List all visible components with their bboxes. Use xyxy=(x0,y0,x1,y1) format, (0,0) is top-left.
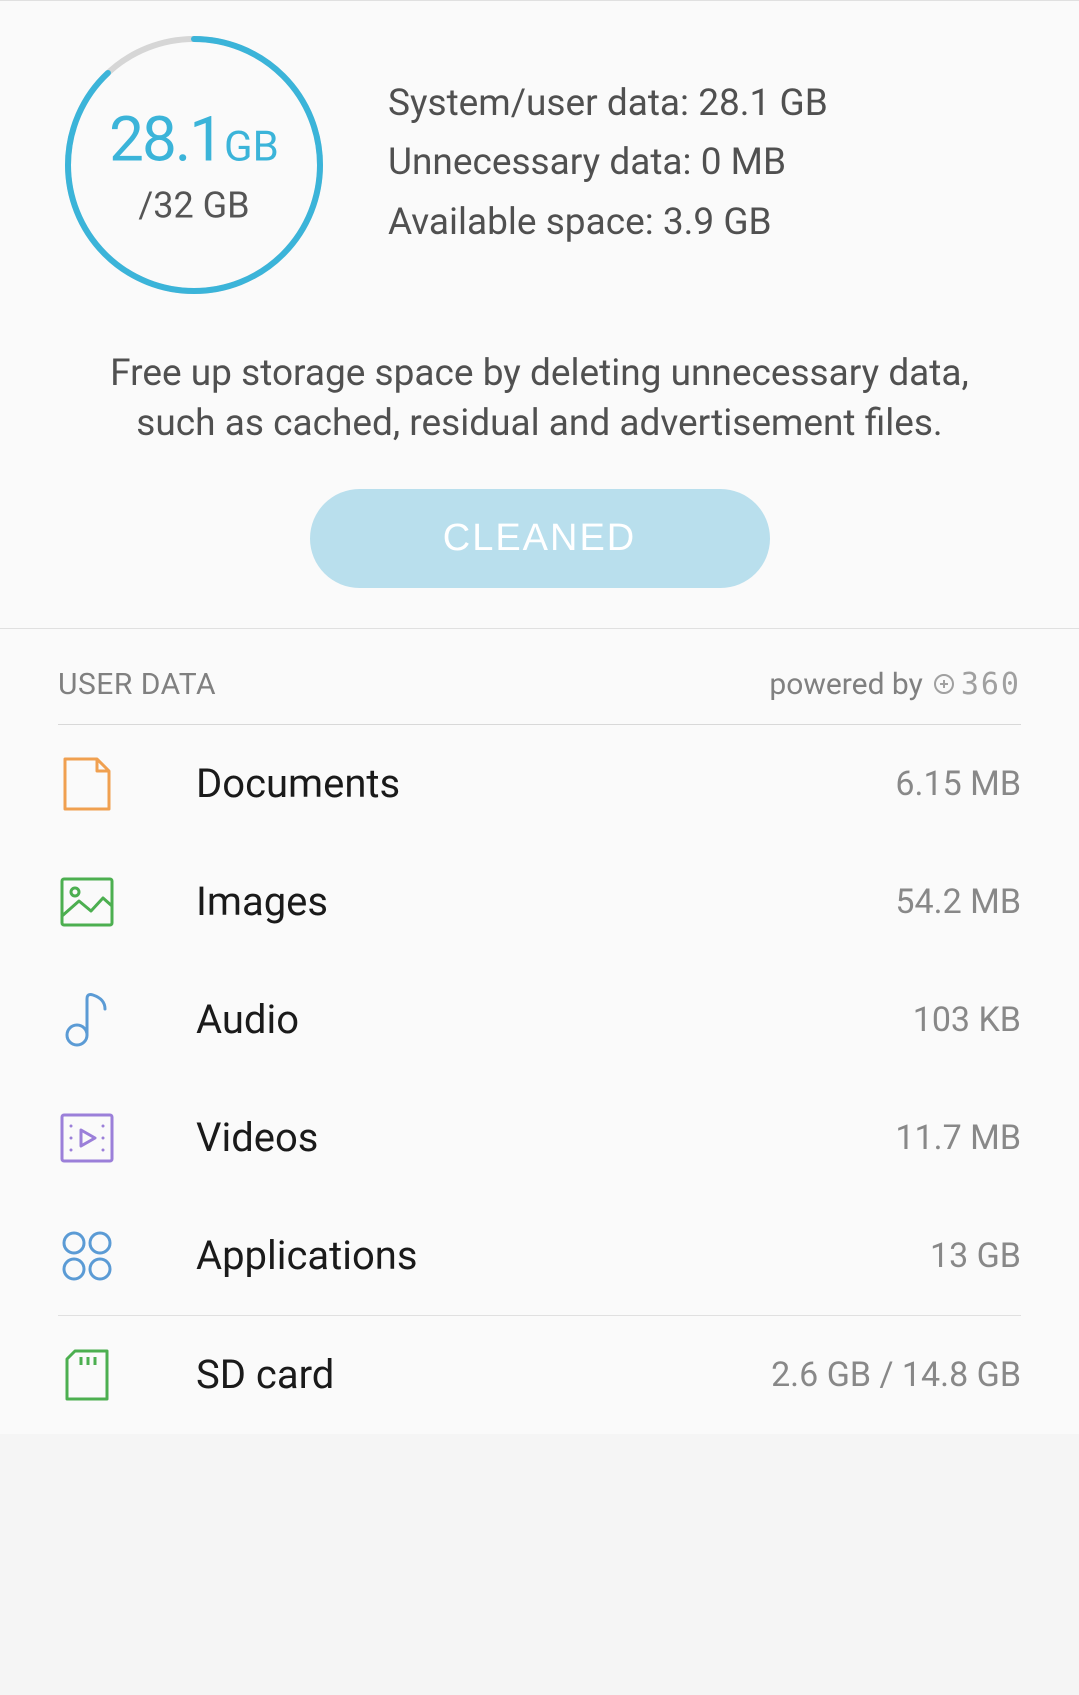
item-label: Images xyxy=(196,878,895,925)
used-storage-unit: GB xyxy=(224,123,279,172)
item-label: SD card xyxy=(196,1351,771,1398)
section-title: USER DATA xyxy=(58,667,216,702)
videos-icon xyxy=(58,1109,116,1167)
item-size: 54.2 MB xyxy=(895,882,1021,922)
images-icon xyxy=(58,873,116,931)
item-size: 6.15 MB xyxy=(895,764,1021,804)
section-header: USER DATA powered by 360 xyxy=(58,629,1021,725)
item-size: 13 GB xyxy=(930,1236,1021,1276)
total-storage-text: /32 GB xyxy=(109,185,279,227)
available-space-text: Available space: 3.9 GB xyxy=(388,195,1019,251)
item-label: Documents xyxy=(196,760,895,807)
list-item-audio[interactable]: Audio 103 KB xyxy=(58,961,1021,1079)
sdcard-icon xyxy=(58,1346,116,1404)
brand-360-logo: 360 xyxy=(933,667,1021,702)
user-data-section: USER DATA powered by 360 Documents 6.15 … xyxy=(0,628,1079,1434)
storage-details: System/user data: 28.1 GB Unnecessary da… xyxy=(388,76,1019,255)
item-label: Audio xyxy=(196,996,913,1043)
item-size: 2.6 GB / 14.8 GB xyxy=(771,1355,1021,1395)
item-size: 103 KB xyxy=(913,1000,1021,1040)
item-label: Videos xyxy=(196,1114,895,1161)
documents-icon xyxy=(58,755,116,813)
powered-by-text: powered by xyxy=(769,667,922,702)
storage-progress-text: 28.1GB /32 GB xyxy=(109,104,279,227)
list-item-documents[interactable]: Documents 6.15 MB xyxy=(58,725,1021,843)
storage-description: Free up storage space by deleting unnece… xyxy=(60,349,1019,449)
unnecessary-data-text: Unnecessary data: 0 MB xyxy=(388,135,1019,191)
list-item-videos[interactable]: Videos 11.7 MB xyxy=(58,1079,1021,1197)
list-item-images[interactable]: Images 54.2 MB xyxy=(58,843,1021,961)
storage-progress-circle: 28.1GB /32 GB xyxy=(60,31,328,299)
clean-button[interactable]: CLEANED xyxy=(310,489,770,588)
powered-by-label: powered by 360 xyxy=(769,667,1021,702)
list-item-applications[interactable]: Applications 13 GB xyxy=(58,1197,1021,1316)
applications-icon xyxy=(58,1227,116,1285)
item-label: Applications xyxy=(196,1232,930,1279)
storage-header: 28.1GB /32 GB System/user data: 28.1 GB … xyxy=(60,31,1019,299)
brand-360-icon xyxy=(933,673,955,695)
storage-overview: 28.1GB /32 GB System/user data: 28.1 GB … xyxy=(0,0,1079,628)
system-user-data-text: System/user data: 28.1 GB xyxy=(388,76,1019,132)
brand-360-text: 360 xyxy=(961,667,1021,702)
item-size: 11.7 MB xyxy=(895,1118,1021,1158)
used-storage-value: 28.1 xyxy=(109,104,222,177)
list-item-sdcard[interactable]: SD card 2.6 GB / 14.8 GB xyxy=(58,1316,1021,1434)
audio-icon xyxy=(58,991,116,1049)
